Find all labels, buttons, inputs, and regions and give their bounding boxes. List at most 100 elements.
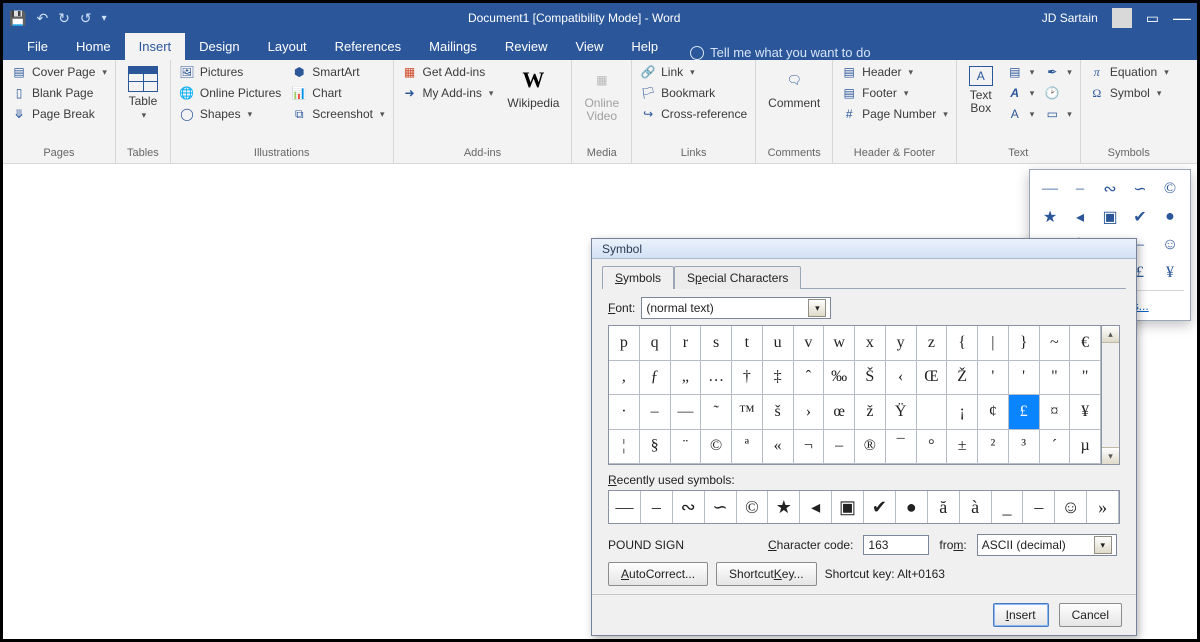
wordart-button[interactable]: A▾ [1007,85,1035,101]
symbol-grid-scrollbar[interactable]: ▴ ▾ [1102,325,1120,465]
symbol-cell[interactable]: µ [1070,430,1101,465]
symbol-cell[interactable]: ³ [1009,430,1040,465]
symbol-cell[interactable]: u [763,326,794,361]
symbol-cell[interactable]: s [701,326,732,361]
recent-symbol[interactable]: _ [992,491,1024,523]
symbol-cell[interactable]: ¥ [1070,395,1101,430]
tab-references[interactable]: References [321,33,415,60]
symbol-cell[interactable] [917,395,948,430]
from-combo[interactable]: ASCII (decimal) ▾ [977,534,1117,556]
tab-mailings[interactable]: Mailings [415,33,491,60]
gallery-symbol[interactable]: ∽ [1126,176,1154,202]
tab-help[interactable]: Help [617,33,672,60]
gallery-symbol[interactable]: ▣ [1096,204,1124,230]
scroll-up-icon[interactable]: ▴ [1102,326,1119,343]
page-break-button[interactable]: ⤋Page Break [11,106,107,122]
symbol-cell[interactable]: ž [855,395,886,430]
gallery-symbol[interactable]: © [1156,176,1184,202]
shapes-button[interactable]: ◯Shapes▾ [179,106,281,122]
cross-reference-button[interactable]: ↪Cross-reference [640,106,747,122]
gallery-symbol[interactable]: ✔ [1126,204,1154,230]
symbol-cell[interactable]: · [609,395,640,430]
symbol-cell[interactable]: ® [855,430,886,465]
symbol-cell[interactable]: } [1009,326,1040,361]
recent-symbol[interactable]: ✔ [864,491,896,523]
tell-me[interactable]: Tell me what you want to do [690,45,870,60]
symbol-cell[interactable]: œ [824,395,855,430]
symbol-cell[interactable]: ² [978,430,1009,465]
symbol-cell[interactable]: w [824,326,855,361]
symbol-cell[interactable]: ' [978,361,1009,396]
symbol-cell[interactable]: ° [917,430,948,465]
symbol-cell[interactable]: ‡ [763,361,794,396]
tab-layout[interactable]: Layout [254,33,321,60]
symbol-cell[interactable]: p [609,326,640,361]
symbol-cell[interactable]: — [671,395,702,430]
tab-file[interactable]: File [13,33,62,60]
symbol-cell[interactable]: – [824,430,855,465]
drop-cap-button[interactable]: A▾ [1007,106,1035,122]
undo-icon[interactable]: ↶ [36,10,48,27]
my-addins-button[interactable]: ➜My Add-ins▾ [402,85,494,101]
shortcut-key-button[interactable]: Shortcut Key... [716,562,817,586]
symbol-cell[interactable]: ˜ [701,395,732,430]
blank-page-button[interactable]: ▯Blank Page [11,85,107,101]
symbol-cell[interactable]: ´ [1040,430,1071,465]
symbol-cell[interactable]: ~ [1040,326,1071,361]
pictures-button[interactable]: 🖼Pictures [179,64,281,80]
symbol-cell[interactable]: – [640,395,671,430]
symbol-cell[interactable]: › [794,395,825,430]
text-box-button[interactable]: A Text Box [965,64,997,117]
symbol-cell[interactable]: ± [947,430,978,465]
link-button[interactable]: 🔗Link▾ [640,64,747,80]
symbol-cell[interactable]: € [1070,326,1101,361]
recent-symbol[interactable]: ▣ [832,491,864,523]
symbol-cell[interactable]: « [763,430,794,465]
tab-insert[interactable]: Insert [125,33,186,60]
symbol-cell[interactable]: ™ [732,395,763,430]
gallery-symbol[interactable]: ◂ [1066,204,1094,230]
symbol-cell[interactable]: t [732,326,763,361]
symbol-cell[interactable]: ¨ [671,430,702,465]
recent-symbol[interactable]: ● [896,491,928,523]
symbol-cell[interactable]: " [1070,361,1101,396]
symbol-cell[interactable]: § [640,430,671,465]
gallery-symbol[interactable]: ★ [1036,204,1064,230]
screenshot-button[interactable]: ⧉Screenshot▾ [291,106,384,122]
get-addins-button[interactable]: ▦Get Add-ins [402,64,494,80]
tab-design[interactable]: Design [185,33,253,60]
recent-symbol[interactable]: ă [928,491,960,523]
symbol-cell[interactable]: Ÿ [886,395,917,430]
equation-button[interactable]: πEquation▾ [1089,64,1169,80]
from-combo-dropdown-icon[interactable]: ▾ [1094,536,1112,554]
symbol-cell[interactable]: ¬ [794,430,825,465]
symbol-cell[interactable]: š [763,395,794,430]
gallery-symbol[interactable]: ¥ [1156,260,1184,286]
symbol-cell[interactable]: r [671,326,702,361]
tab-review[interactable]: Review [491,33,562,60]
symbol-cell[interactable]: x [855,326,886,361]
minimize-icon[interactable]: — [1173,8,1191,29]
symbol-cell[interactable]: y [886,326,917,361]
symbol-cell[interactable]: … [701,361,732,396]
table-button[interactable]: Table▾ [124,64,162,124]
touch-mode-icon[interactable]: ↺ [80,10,92,27]
recent-symbol[interactable]: ★ [768,491,800,523]
symbol-cell[interactable]: ˆ [794,361,825,396]
font-combo[interactable]: (normal text) ▾ [641,297,831,319]
symbol-cell[interactable]: Ž [947,361,978,396]
symbol-cell[interactable]: ª [732,430,763,465]
symbol-cell[interactable]: ¢ [978,395,1009,430]
char-code-input[interactable]: 163 [863,535,929,555]
insert-button[interactable]: Insert [993,603,1049,627]
symbol-cell[interactable]: q [640,326,671,361]
tab-special-characters[interactable]: Special Characters [674,266,801,289]
recent-symbol[interactable]: ∽ [705,491,737,523]
recent-symbol[interactable]: ◂ [800,491,832,523]
chart-button[interactable]: 📊Chart [291,85,384,101]
symbol-cell[interactable]: „ [671,361,702,396]
wikipedia-button[interactable]: W Wikipedia [503,64,563,112]
recent-symbol[interactable]: — [609,491,641,523]
save-icon[interactable]: 💾 [9,10,26,27]
gallery-symbol[interactable]: – [1066,176,1094,202]
